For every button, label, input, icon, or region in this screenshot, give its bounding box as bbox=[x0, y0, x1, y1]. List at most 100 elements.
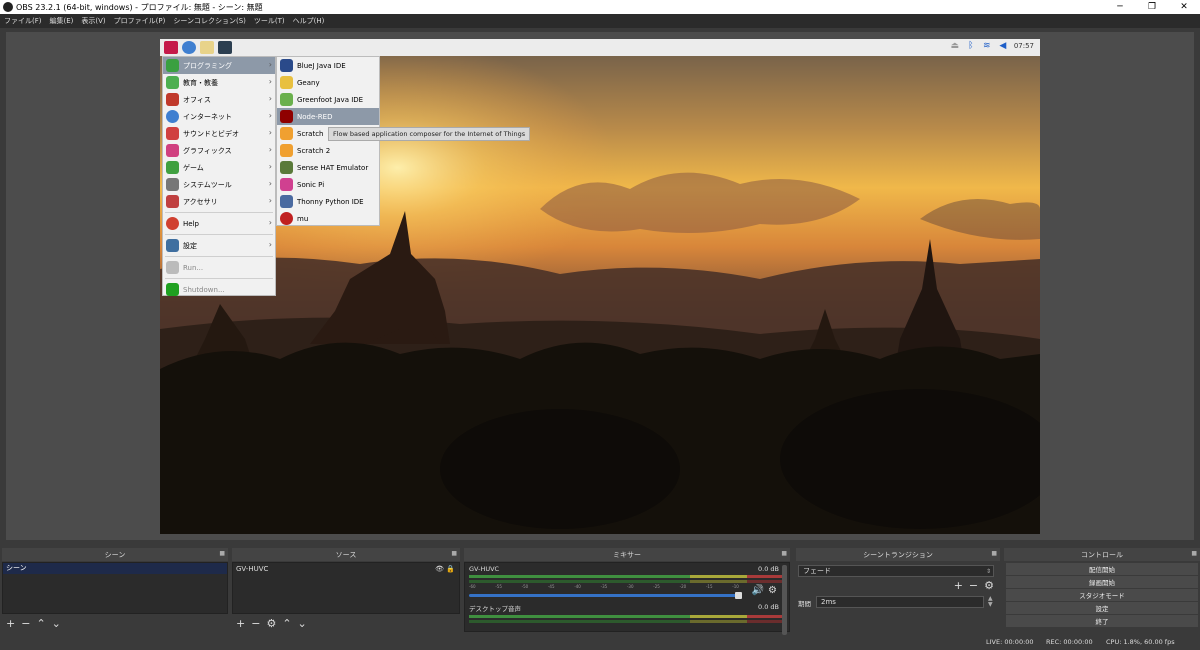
menu-item-game[interactable]: ゲーム › bbox=[163, 159, 275, 176]
menu-item-label: サウンドとビデオ bbox=[183, 129, 239, 138]
submenu-item-geany[interactable]: Geany bbox=[277, 74, 379, 91]
menu-item-education[interactable]: 教育・教養 › bbox=[163, 74, 275, 91]
menu-help[interactable]: ヘルプ(H) bbox=[289, 16, 329, 26]
add-icon[interactable]: + bbox=[6, 617, 15, 630]
meter-scale: -60-55-50-45-40-35-30-25-20-15-10-50 bbox=[469, 584, 785, 590]
volume-slider[interactable] bbox=[469, 592, 742, 599]
preview-screen[interactable]: ⏏ ᛒ ≋ ◀ 07:57 プログラミング › 教育・教養 › オフィス › インター… bbox=[160, 39, 1040, 534]
float-icon[interactable]: ■ bbox=[781, 550, 787, 557]
chevron-right-icon: › bbox=[268, 145, 272, 154]
move-down-icon[interactable]: ⌄ bbox=[52, 617, 61, 630]
tick-label: -50 bbox=[521, 584, 529, 589]
menu-item-shutdown[interactable]: Shutdown... bbox=[163, 281, 275, 298]
visibility-icon[interactable]: 👁 bbox=[435, 565, 444, 573]
close-button[interactable]: ✕ bbox=[1168, 0, 1200, 14]
transition-select[interactable]: フェード ⇕ bbox=[798, 565, 994, 577]
menu-item-internet[interactable]: インターネット › bbox=[163, 108, 275, 125]
submenu-item-mu[interactable]: mu bbox=[277, 210, 379, 227]
remove-icon[interactable]: − bbox=[21, 617, 30, 630]
float-icon[interactable]: ■ bbox=[991, 550, 997, 557]
volume-meter bbox=[469, 580, 785, 583]
menu-item-system-tools[interactable]: システムツール › bbox=[163, 176, 275, 193]
remove-icon[interactable]: − bbox=[251, 617, 260, 630]
submenu-item-greenfoot[interactable]: Greenfoot Java IDE bbox=[277, 91, 379, 108]
eject-icon[interactable]: ⏏ bbox=[950, 41, 960, 51]
system-tray: ⏏ ᛒ ≋ ◀ 07:57 bbox=[950, 41, 1034, 51]
move-down-icon[interactable]: ⌄ bbox=[298, 617, 307, 630]
duration-spinner[interactable]: ▲ ▼ bbox=[988, 596, 993, 608]
submenu-item-thonny[interactable]: Thonny Python IDE bbox=[277, 193, 379, 210]
menu-item-label: プログラミング bbox=[183, 61, 232, 70]
menu-item-office[interactable]: オフィス › bbox=[163, 91, 275, 108]
menu-edit[interactable]: 編集(E) bbox=[46, 16, 78, 26]
graphics-icon bbox=[166, 144, 179, 157]
menu-item-run[interactable]: Run... bbox=[163, 259, 275, 276]
chevron-right-icon: › bbox=[268, 60, 272, 69]
menu-scene-collection[interactable]: シーンコレクション(S) bbox=[169, 16, 250, 26]
move-up-icon[interactable]: ⌃ bbox=[282, 617, 291, 630]
list-item[interactable]: シーン bbox=[3, 563, 227, 574]
menu-item-help[interactable]: Help › bbox=[163, 215, 275, 232]
move-up-icon[interactable]: ⌃ bbox=[36, 617, 45, 630]
menu-item-label: Shutdown... bbox=[183, 285, 225, 294]
source-name: GV-HUVC bbox=[236, 565, 269, 573]
menu-item-graphics[interactable]: グラフィックス › bbox=[163, 142, 275, 159]
remove-icon[interactable]: − bbox=[969, 579, 978, 592]
duration-input[interactable]: 2ms bbox=[816, 596, 984, 608]
submenu-item-scratch2[interactable]: Scratch 2 bbox=[277, 142, 379, 159]
mixer-channel: GV-HUVC 0.0 dB -60 -55 -50 -45 -40 -35 -30 -25 -… bbox=[465, 563, 789, 601]
menu-file[interactable]: ファイル(F) bbox=[0, 16, 46, 26]
sound-video-icon bbox=[166, 127, 179, 140]
gear-icon[interactable]: ⚙ bbox=[984, 579, 994, 592]
add-icon[interactable]: + bbox=[954, 579, 963, 592]
dock-title-label: シーン bbox=[104, 550, 126, 559]
bluetooth-icon[interactable]: ᛒ bbox=[966, 41, 976, 51]
sonic-pi-icon bbox=[280, 178, 293, 191]
volume-slider-handle[interactable] bbox=[735, 592, 742, 599]
minimize-button[interactable]: ─ bbox=[1104, 0, 1136, 14]
menu-item-programming[interactable]: プログラミング › bbox=[163, 57, 275, 74]
submenu-item-node-red[interactable]: Node-RED bbox=[277, 108, 379, 125]
volume-icon[interactable]: ◀ bbox=[998, 41, 1008, 51]
menu-item-label: 設定 bbox=[183, 241, 197, 250]
settings-button[interactable]: 設定 bbox=[1006, 602, 1198, 614]
terminal-icon[interactable] bbox=[218, 41, 232, 54]
speaker-icon[interactable]: 🔊 bbox=[752, 585, 764, 596]
dock-title-label: ソース bbox=[335, 550, 357, 559]
chevron-right-icon: › bbox=[268, 196, 272, 205]
menu-item-sound-video[interactable]: サウンドとビデオ › bbox=[163, 125, 275, 142]
menu-item-label: グラフィックス bbox=[183, 146, 232, 155]
tick-label: -35 bbox=[600, 584, 608, 589]
menu-tools[interactable]: ツール(T) bbox=[250, 16, 289, 26]
restore-button[interactable]: ❐ bbox=[1136, 0, 1168, 14]
submenu-item-bluej[interactable]: BlueJ Java IDE bbox=[277, 57, 379, 74]
add-icon[interactable]: + bbox=[236, 617, 245, 630]
raspberry-menu-icon[interactable] bbox=[164, 41, 178, 54]
lock-icon[interactable]: 🔒 bbox=[446, 565, 455, 573]
scrollbar[interactable] bbox=[782, 565, 787, 635]
float-icon[interactable]: ■ bbox=[219, 550, 225, 557]
menu-profile[interactable]: プロファイル(P) bbox=[110, 16, 170, 26]
menu-item-settings[interactable]: 設定 › bbox=[163, 237, 275, 254]
transitions-dock-title: シーントランジション ■ bbox=[796, 548, 1000, 561]
tick-label: -40 bbox=[574, 584, 581, 589]
submenu-item-sense-hat[interactable]: Sense HAT Emulator bbox=[277, 159, 379, 176]
menu-view[interactable]: 表示(V) bbox=[77, 16, 109, 26]
menu-item-label: インターネット bbox=[183, 112, 232, 121]
float-icon[interactable]: ■ bbox=[1191, 550, 1197, 557]
float-icon[interactable]: ■ bbox=[451, 550, 457, 557]
gear-icon[interactable]: ⚙ bbox=[768, 585, 777, 596]
list-item[interactable]: GV-HUVC 👁 🔒 bbox=[233, 563, 459, 575]
start-recording-button[interactable]: 録画開始 bbox=[1006, 576, 1198, 588]
studio-mode-button[interactable]: スタジオモード bbox=[1006, 589, 1198, 601]
browser-icon[interactable] bbox=[182, 41, 196, 54]
menu-item-label: ゲーム bbox=[183, 163, 204, 172]
exit-button[interactable]: 終了 bbox=[1006, 615, 1198, 627]
dock-title-label: ミキサー bbox=[613, 550, 641, 559]
submenu-item-sonic-pi[interactable]: Sonic Pi bbox=[277, 176, 379, 193]
wifi-icon[interactable]: ≋ bbox=[982, 41, 992, 51]
start-streaming-button[interactable]: 配信開始 bbox=[1006, 563, 1198, 575]
file-manager-icon[interactable] bbox=[200, 41, 214, 54]
gear-icon[interactable]: ⚙ bbox=[266, 617, 276, 630]
menu-item-accessories[interactable]: アクセサリ › bbox=[163, 193, 275, 210]
